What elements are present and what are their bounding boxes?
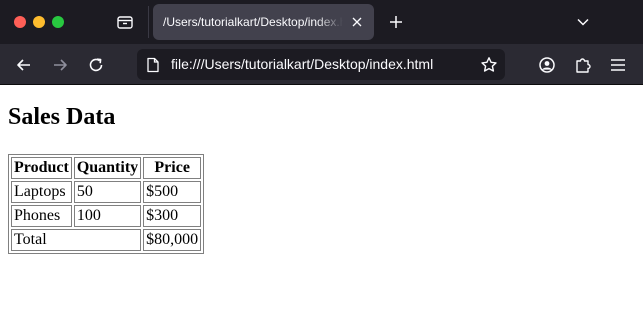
chevron-down-icon[interactable] — [574, 12, 592, 32]
total-label: Total — [11, 229, 142, 251]
active-tab[interactable]: /Users/tutorialkart/Desktop/index.html — [153, 4, 374, 40]
url-text[interactable]: file:///Users/tutorialkart/Desktop/index… — [171, 49, 433, 80]
header-product: Product — [11, 157, 72, 179]
forward-arrow-icon[interactable] — [49, 54, 71, 76]
header-quantity: Quantity — [73, 157, 142, 179]
quantity-cell: 50 — [73, 181, 142, 203]
tab-title: /Users/tutorialkart/Desktop/index.html — [163, 15, 343, 29]
reload-icon[interactable] — [85, 54, 107, 76]
price-cell: $500 — [143, 181, 202, 203]
tab-list-icon[interactable] — [114, 12, 136, 32]
total-value: $80,000 — [143, 229, 202, 251]
product-cell: Laptops — [11, 181, 72, 203]
navigation-toolbar: file:///Users/tutorialkart/Desktop/index… — [0, 44, 643, 85]
address-bar[interactable]: file:///Users/tutorialkart/Desktop/index… — [137, 49, 505, 80]
tab-strip: /Users/tutorialkart/Desktop/index.html — [0, 0, 643, 44]
page-icon — [146, 57, 160, 73]
table-total-row: Total $80,000 — [11, 229, 202, 251]
table-header-row: Product Quantity Price — [11, 157, 202, 179]
account-icon[interactable] — [536, 54, 558, 76]
table-row: Laptops 50 $500 — [11, 181, 202, 203]
tab-separator — [148, 6, 149, 38]
window-maximize-button[interactable] — [52, 16, 64, 28]
price-cell: $300 — [143, 205, 202, 227]
product-cell: Phones — [11, 205, 72, 227]
table-row: Phones 100 $300 — [11, 205, 202, 227]
hamburger-menu-icon[interactable] — [607, 54, 629, 76]
star-icon[interactable] — [480, 56, 498, 74]
sales-table: Product Quantity Price Laptops 50 $500 P… — [8, 154, 205, 254]
page-title: Sales Data — [8, 104, 116, 130]
page-content: Sales Data Product Quantity Price Laptop… — [0, 86, 643, 328]
window-close-button[interactable] — [14, 16, 26, 28]
back-arrow-icon[interactable] — [13, 54, 35, 76]
window-minimize-button[interactable] — [33, 16, 45, 28]
quantity-cell: 100 — [73, 205, 142, 227]
plus-icon[interactable] — [386, 12, 406, 32]
header-price: Price — [143, 157, 202, 179]
puzzle-icon[interactable] — [572, 54, 594, 76]
close-icon[interactable] — [349, 14, 365, 30]
